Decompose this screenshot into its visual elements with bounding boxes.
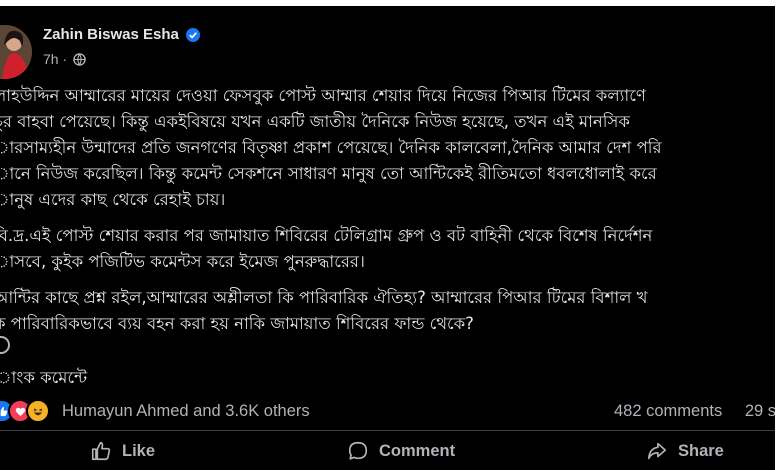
verified-badge-icon <box>186 28 201 43</box>
shares-count[interactable]: 29 s <box>745 402 775 420</box>
body-line: লাহউদ্দিন আম্মারের মায়ের দেওয়া ফেসবুক … <box>0 86 646 105</box>
reactors-summary[interactable]: Humayun Ahmed and 3.6K others <box>62 402 310 421</box>
paragraph-1: লাহউদ্দিন আম্মারের মায়ের দেওয়া ফেসবুক … <box>0 83 775 213</box>
body-line: ারসাম্যহীন উন্মাদের প্রতি জনগণের বিতৃষ্ণ… <box>0 138 662 157</box>
body-line: ক পারিবারিকভাবে ব্যয় বহন করা হয় নাকি জ… <box>0 314 474 333</box>
post-time[interactable]: 7h <box>43 51 59 67</box>
comment-label: Comment <box>379 441 456 460</box>
haha-reaction-icon <box>26 399 50 423</box>
share-button[interactable]: Share <box>646 437 724 465</box>
like-label: Like <box>122 441 156 460</box>
body-line: আন্টির কাছে প্রশ্ন রইল,আম্মারের অশ্লীলতা… <box>0 288 648 307</box>
globe-icon[interactable] <box>73 53 86 66</box>
comments-count[interactable]: 482 comments <box>614 402 722 420</box>
body-line: াসবে, কুইক পজিটিভ কমেন্টস করে ইমেজ পুনরু… <box>0 252 365 271</box>
body-line: চুর বাহবা পেয়েছে। কিন্তু একইবিষয়ে যখন … <box>0 112 630 131</box>
paragraph-3: আন্টির কাছে প্রশ্ন রইল,আম্মারের অশ্লীলতা… <box>0 285 775 337</box>
post-meta: 7h · <box>43 51 86 67</box>
thumbs-up-icon <box>91 441 111 461</box>
meta-separator: · <box>62 51 68 67</box>
action-divider <box>0 430 775 431</box>
share-label: Share <box>678 441 724 460</box>
author-avatar[interactable] <box>0 25 32 79</box>
paragraph-2: বি.দ্র.এই পোস্ট শেয়ার করার পর জামায়াত … <box>0 223 775 275</box>
comment-button[interactable]: Comment <box>347 437 455 465</box>
body-line: ানে নিউজ করেছিল। কিন্তু কমেন্ট সেকশনে সা… <box>0 164 657 183</box>
body-line: বি.দ্র.এই পোস্ট শেয়ার করার পর জামায়াত … <box>0 226 653 245</box>
reaction-icons[interactable] <box>0 399 50 423</box>
body-line: ানুষ এদের কাছ থেকে রেহাই চায়। <box>0 190 226 209</box>
share-arrow-icon <box>647 442 667 460</box>
engagement-counts: 482 comments 29 s <box>614 402 775 421</box>
post-body: লাহউদ্দিন আম্মারের মায়ের দেওয়া ফেসবুক … <box>0 83 775 347</box>
author-name[interactable]: Zahin Biswas Esha <box>43 26 201 43</box>
author-name-text[interactable]: Zahin Biswas Esha <box>43 26 179 43</box>
link-in-comment-text: াংক কমেন্টে <box>0 368 88 387</box>
comment-bubble-icon <box>348 441 368 460</box>
like-button[interactable]: Like <box>90 437 155 465</box>
facebook-post: Zahin Biswas Esha 7h · লাহউদ্দিন আম্মারে… <box>0 6 775 470</box>
